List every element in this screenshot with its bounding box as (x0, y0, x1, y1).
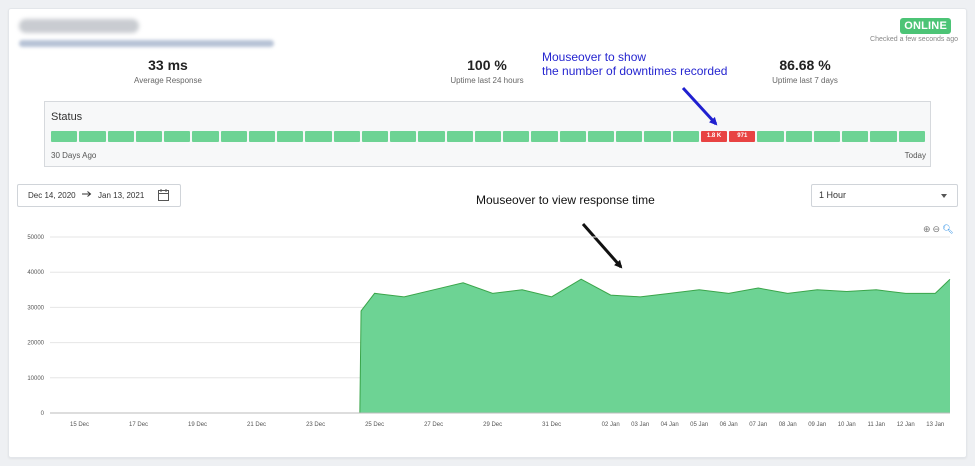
response-area (50, 279, 950, 413)
x-tick-label: 13 Jan (926, 422, 944, 428)
response-arrow (581, 223, 623, 269)
x-tick-label: 08 Jan (779, 422, 797, 428)
y-tick-label: 20000 (27, 341, 44, 347)
x-tick-label: 27 Dec (424, 422, 443, 428)
x-tick-label: 29 Dec (483, 422, 502, 428)
x-tick-label: 25 Dec (365, 422, 384, 428)
downtime-arrow (681, 86, 718, 126)
x-tick-label: 17 Dec (129, 422, 148, 428)
x-tick-label: 21 Dec (247, 422, 266, 428)
y-tick-label: 40000 (27, 270, 44, 276)
x-tick-label: 12 Jan (897, 422, 915, 428)
response-time-chart[interactable]: 0 10000 20000 30000 40000 50000 15 Dec 17 Dec 19… (27, 235, 951, 428)
x-tick-label: 06 Jan (720, 422, 738, 428)
annotation-overlay: 0 10000 20000 30000 40000 50000 15 Dec 17 Dec 19… (27, 86, 951, 428)
x-tick-label: 04 Jan (661, 422, 679, 428)
x-tick-label: 09 Jan (808, 422, 826, 428)
y-tick-label: 30000 (27, 305, 44, 311)
y-tick-label: 0 (41, 411, 45, 417)
x-tick-label: 23 Dec (306, 422, 325, 428)
x-tick-label: 15 Dec (70, 422, 89, 428)
x-tick-label: 05 Jan (690, 422, 708, 428)
x-tick-label: 10 Jan (838, 422, 856, 428)
x-tick-label: 11 Jan (867, 422, 885, 428)
x-tick-label: 07 Jan (749, 422, 767, 428)
x-tick-label: 02 Jan (602, 422, 620, 428)
x-tick-label: 31 Dec (542, 422, 561, 428)
x-tick-label: 03 Jan (631, 422, 649, 428)
y-tick-label: 50000 (27, 235, 44, 241)
y-tick-label: 10000 (27, 376, 44, 382)
x-tick-label: 19 Dec (188, 422, 207, 428)
